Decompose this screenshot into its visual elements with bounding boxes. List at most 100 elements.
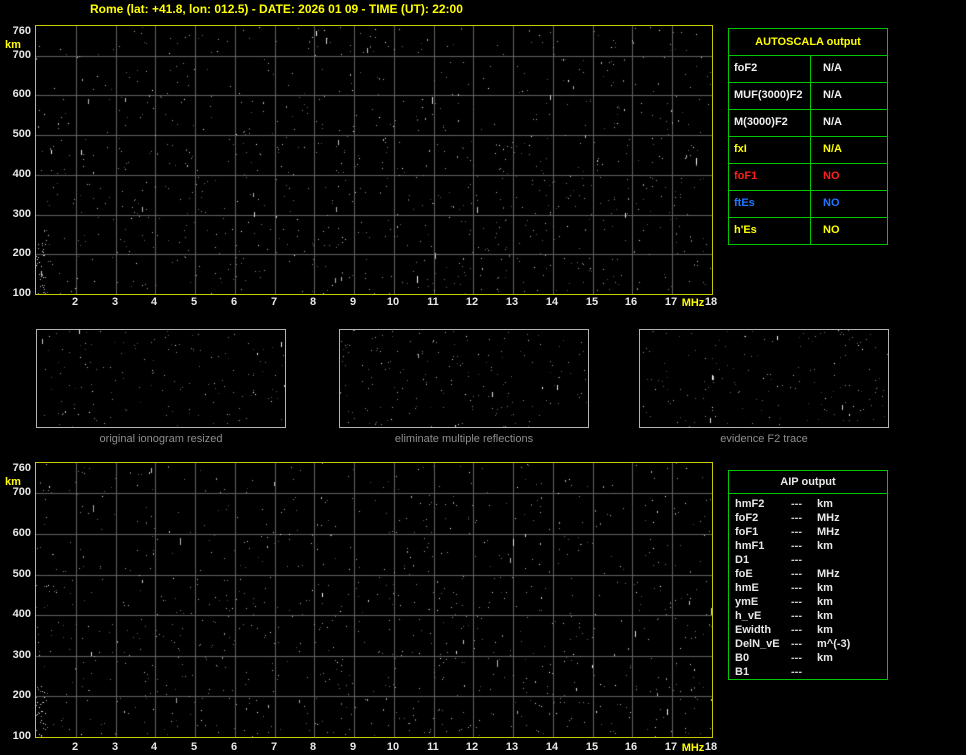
aip-parameter-unit xyxy=(817,553,887,567)
x-axis-tick-label: 12 xyxy=(465,296,479,308)
x-axis-tick-label: 7 xyxy=(270,741,278,753)
aip-parameter-unit: MHz xyxy=(817,526,840,538)
aip-parameter-unit: km xyxy=(817,582,833,594)
y-axis-tick-label: 100 xyxy=(12,287,31,299)
aip-parameter-value: --- xyxy=(791,638,802,650)
y-axis-tick-label: 600 xyxy=(12,88,31,100)
aip-parameter-name: h_vE xyxy=(735,610,762,622)
x-axis-unit-label: MHz xyxy=(681,297,705,309)
autoscala-parameter-value: N/A xyxy=(823,116,842,128)
aip-parameter-name: hmF1 xyxy=(735,540,765,552)
aip-parameter-unit: km xyxy=(817,596,833,608)
x-axis-tick-label: 6 xyxy=(230,296,238,308)
autoscala-table-body: foF2 N/A MUF(3000)F2 N/A M(3000)F2 N/A fxI N/A f… xyxy=(729,56,887,244)
aip-row-delnve: DelN_vE --- m^(-3) xyxy=(729,637,887,651)
x-axis-tick-label: 7 xyxy=(270,296,278,308)
aip-row-hmf1: hmF1 --- km xyxy=(729,539,887,553)
aip-parameter-unit: km xyxy=(817,610,833,622)
thumbnail-original-canvas xyxy=(37,330,285,427)
aip-row-yme: ymE --- km xyxy=(729,595,887,609)
x-axis-unit-label: MHz xyxy=(681,742,705,754)
thumbnail-caption-reflections: eliminate multiple reflections xyxy=(394,433,534,445)
aip-parameter-value: --- xyxy=(791,596,802,608)
aip-output-table: AIP output hmF2 --- km foF2 --- MHz foF1 --- MHz… xyxy=(728,470,888,680)
x-axis-tick-label: 14 xyxy=(545,296,559,308)
autoscala-row-m3000f2: M(3000)F2 N/A xyxy=(729,110,887,137)
autoscala-row-fof2: foF2 N/A xyxy=(729,56,887,83)
aip-row-b1: B1 --- xyxy=(729,665,887,679)
aip-row-hve: h_vE --- km xyxy=(729,609,887,623)
x-axis-tick-label: 3 xyxy=(111,296,119,308)
thumbnail-reflections-canvas xyxy=(340,330,588,427)
x-axis-tick-label: 14 xyxy=(545,741,559,753)
x-axis-tick-label: 9 xyxy=(349,741,357,753)
aip-parameter-name: Ewidth xyxy=(735,624,772,636)
autoscala-parameter-value: N/A xyxy=(823,62,842,74)
aip-row-hme: hmE --- km xyxy=(729,581,887,595)
autoscala-parameter-name: foF2 xyxy=(729,56,811,82)
aip-parameter-value: --- xyxy=(791,554,802,566)
y-axis-tick-label: 300 xyxy=(12,649,31,661)
aip-row-foe: foE --- MHz xyxy=(729,567,887,581)
x-axis-tick-label: 12 xyxy=(465,741,479,753)
aip-row-fof1: foF1 --- MHz xyxy=(729,525,887,539)
ionogram-canvas-bottom xyxy=(36,463,712,737)
y-axis-tick-label: 300 xyxy=(12,208,31,220)
ionogram-canvas-top xyxy=(36,26,712,294)
autoscala-parameter-value: NO xyxy=(823,224,840,236)
aip-parameter-name: foE xyxy=(735,568,753,580)
autoscala-row-ftes: ftEs NO xyxy=(729,191,887,218)
x-axis-tick-label: 4 xyxy=(150,741,158,753)
aip-row-b0: B0 --- km xyxy=(729,651,887,665)
autoscala-row-hes: h'Es NO xyxy=(729,218,887,244)
aip-parameter-unit: m^(-3) xyxy=(817,638,851,650)
aip-parameter-unit: MHz xyxy=(817,568,840,580)
autoscala-output-table: AUTOSCALA output foF2 N/A MUF(3000)F2 N/A M(… xyxy=(728,28,888,245)
thumbnail-caption-original: original ionogram resized xyxy=(99,433,223,445)
aip-parameter-value: --- xyxy=(791,624,802,636)
aip-parameter-value: --- xyxy=(791,666,802,678)
aip-row-ewidth: Ewidth --- km xyxy=(729,623,887,637)
ionogram-plot-top xyxy=(35,25,713,295)
x-axis-tick-label: 16 xyxy=(624,296,638,308)
aip-parameter-name: foF2 xyxy=(735,512,759,524)
aip-parameter-unit: km xyxy=(817,540,833,552)
aip-table-header: AIP output xyxy=(729,471,887,494)
y-axis-tick-label: 400 xyxy=(12,168,31,180)
aip-parameter-unit: km xyxy=(817,624,833,636)
x-axis-tick-label: 11 xyxy=(427,741,439,753)
aip-parameter-value: --- xyxy=(791,568,802,580)
x-axis-tick-label: 3 xyxy=(111,741,119,753)
y-axis-tick-label: 500 xyxy=(12,568,31,580)
aip-table-body: hmF2 --- km foF2 --- MHz foF1 --- MHz hmF1 --- km D1… xyxy=(729,494,887,679)
x-axis-tick-label: 10 xyxy=(386,296,400,308)
y-axis-unit-label: km xyxy=(5,39,21,51)
autoscala-parameter-name: fxI xyxy=(729,137,811,163)
autoscala-row-fxi: fxI N/A xyxy=(729,137,887,164)
x-axis-tick-label: 2 xyxy=(71,296,79,308)
y-axis-tick-label: 200 xyxy=(12,689,31,701)
aip-parameter-value: --- xyxy=(791,652,802,664)
x-axis-tick-label: 13 xyxy=(505,741,519,753)
x-axis-tick-label: 5 xyxy=(190,296,198,308)
x-axis-tick-label: 15 xyxy=(585,296,599,308)
ionogram-plot-bottom xyxy=(35,462,713,738)
x-axis-tick-label: 8 xyxy=(309,741,317,753)
aip-parameter-value: --- xyxy=(791,526,802,538)
y-axis-tick-label: 760 xyxy=(12,462,31,474)
autoscala-parameter-name: h'Es xyxy=(729,218,811,244)
aip-parameter-value: --- xyxy=(791,540,802,552)
x-axis-tick-label: 6 xyxy=(230,741,238,753)
aip-parameter-unit: MHz xyxy=(817,512,840,524)
thumbnail-f2-canvas xyxy=(640,330,888,427)
y-axis-tick-label: 600 xyxy=(12,527,31,539)
aip-parameter-name: hmF2 xyxy=(735,498,765,510)
autoscala-parameter-name: MUF(3000)F2 xyxy=(729,83,811,109)
x-axis-tick-label: 8 xyxy=(309,296,317,308)
aip-row-hmf2: hmF2 --- km xyxy=(729,497,887,511)
x-axis-tick-label: 15 xyxy=(585,741,599,753)
aip-row-fof2: foF2 --- MHz xyxy=(729,511,887,525)
station-date-header: Rome (lat: +41.8, lon: 012.5) - DATE: 20… xyxy=(90,2,463,16)
aip-parameter-name: foF1 xyxy=(735,526,759,538)
y-axis-tick-label: 760 xyxy=(12,25,31,37)
